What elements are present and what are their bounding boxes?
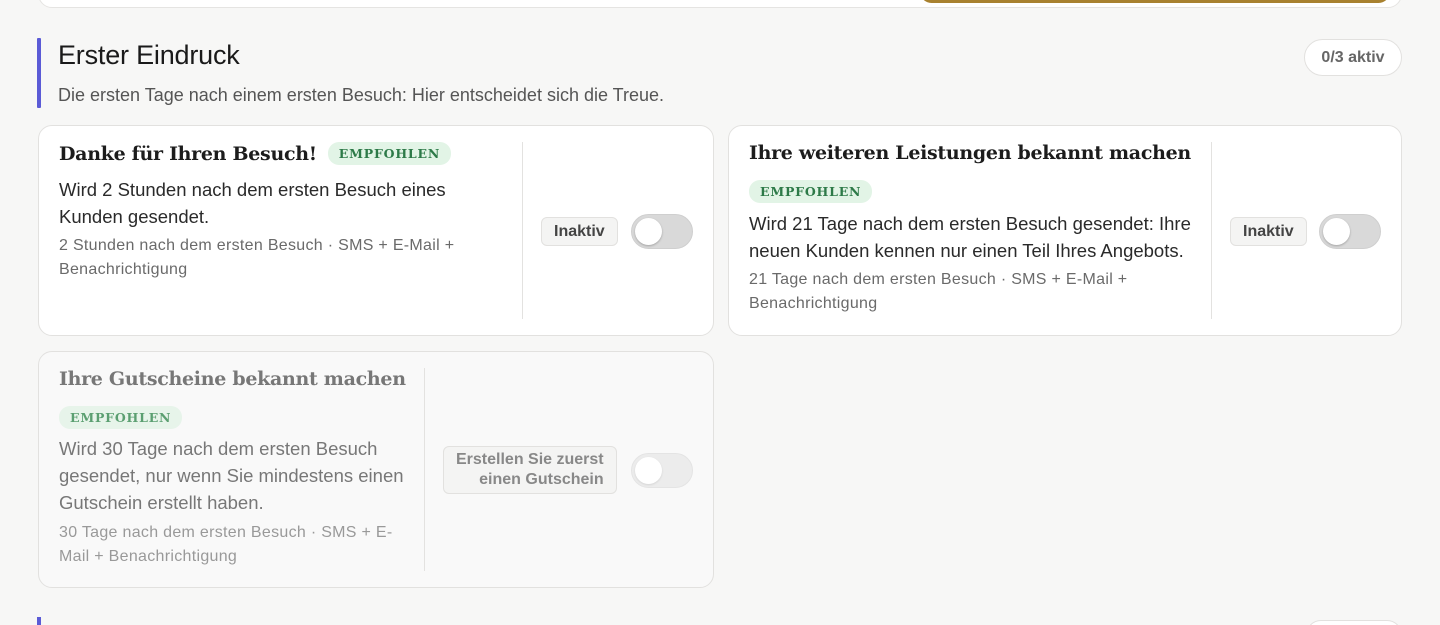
card-meta-line: Mail + Benachrichtigung <box>59 548 238 565</box>
automation-card-vouchers: Ihre Gutscheine bekannt machen EMPFOHLEN… <box>38 351 714 588</box>
status-line: einen Gutschein <box>479 471 604 488</box>
recommended-badge: EMPFOHLEN <box>749 180 873 203</box>
card-meta-line: Benachrichtigung <box>59 261 188 278</box>
card-description-line: Wird 21 Tage nach dem ersten Besuch gese… <box>749 213 1191 234</box>
section-title: Erster Eindruck <box>58 40 240 70</box>
toggle-knob <box>635 218 662 245</box>
card-meta-line: 21 Tage nach dem ersten Besuch · SMS + E… <box>749 271 1128 288</box>
card-meta: 2 Stunden nach dem ersten Besuch · SMS +… <box>59 234 519 282</box>
status-pill: Inaktiv <box>1230 217 1307 246</box>
activation-toggle[interactable] <box>1319 214 1381 249</box>
automation-card-thank-you: Danke für Ihren Besuch! EMPFOHLEN Wird 2… <box>38 125 714 336</box>
card-description-line: neuen Kunden kennen nur einen Teil Ihres… <box>749 240 1184 261</box>
card-description-line: Wird 30 Tage nach dem ersten Besuch <box>59 438 378 459</box>
status-pill: Inaktiv <box>541 217 618 246</box>
active-count-badge: 0/3 aktiv <box>1304 39 1402 76</box>
card-description-line: gesendet, nur wenn Sie mindestens einen <box>59 465 404 486</box>
card-title: Ihre weiteren Leistungen bekannt machen <box>749 142 1191 164</box>
recommended-badge: EMPFOHLEN <box>59 406 183 429</box>
card-divider <box>424 368 425 571</box>
card-meta-line: 2 Stunden nach dem ersten Besuch · SMS +… <box>59 237 455 254</box>
previous-action-button[interactable] <box>920 0 1390 3</box>
recommended-badge: EMPFOHLEN <box>327 142 452 165</box>
activation-toggle[interactable] <box>631 453 693 488</box>
card-description: Wird 21 Tage nach dem ersten Besuch gese… <box>749 210 1219 264</box>
next-section-accent-bar <box>37 617 41 625</box>
card-meta: 21 Tage nach dem ersten Besuch · SMS + E… <box>749 268 1209 316</box>
activation-toggle[interactable] <box>631 214 693 249</box>
card-title: Ihre Gutscheine bekannt machen <box>59 368 406 390</box>
card-description-line: Wird 2 Stunden nach dem ersten Besuch ei… <box>59 179 446 200</box>
toggle-knob <box>635 457 662 484</box>
card-description-line: Kunden gesendet. <box>59 206 210 227</box>
card-meta-line: Benachrichtigung <box>749 295 878 312</box>
card-divider <box>522 142 523 319</box>
status-pill: Erstellen Sie zuerst einen Gutschein <box>443 446 617 494</box>
card-description-line: Gutschein erstellt haben. <box>59 492 264 513</box>
status-line: Erstellen Sie zuerst <box>456 451 604 468</box>
section-subtitle: Die ersten Tage nach einem ersten Besuch… <box>58 85 665 105</box>
section-accent-bar <box>37 38 41 108</box>
automation-card-services: Ihre weiteren Leistungen bekannt machen … <box>728 125 1402 336</box>
card-divider <box>1211 142 1212 319</box>
card-title: Danke für Ihren Besuch! <box>59 142 317 165</box>
card-description: Wird 2 Stunden nach dem ersten Besuch ei… <box>59 176 519 230</box>
card-description: Wird 30 Tage nach dem ersten Besuch gese… <box>59 435 429 516</box>
toggle-knob <box>1323 218 1350 245</box>
card-meta: 30 Tage nach dem ersten Besuch · SMS + E… <box>59 521 429 569</box>
card-meta-line: 30 Tage nach dem ersten Besuch · SMS + E… <box>59 524 393 541</box>
next-section-count-badge <box>1306 620 1402 625</box>
